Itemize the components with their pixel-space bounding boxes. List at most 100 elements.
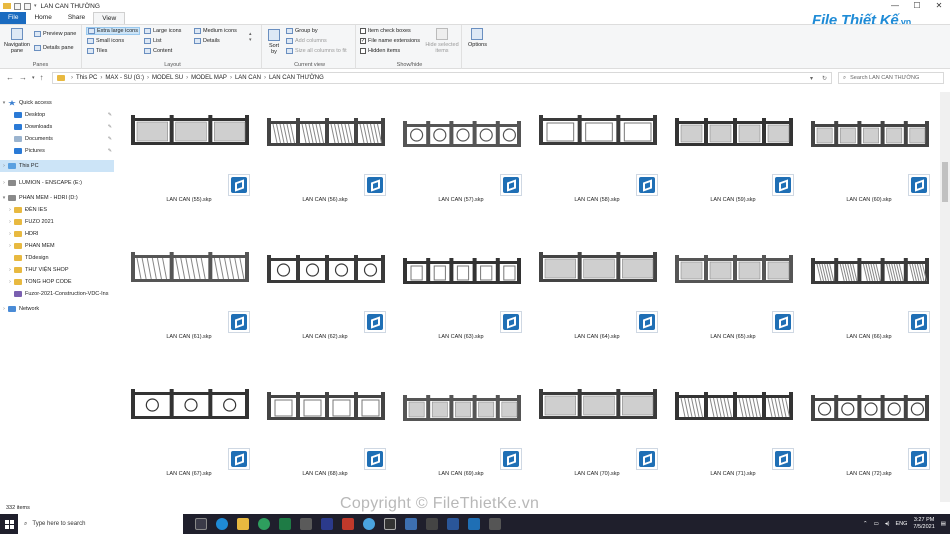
item-check-boxes-toggle[interactable]: Item check boxes <box>360 28 411 34</box>
large-icons-option[interactable]: Large icons <box>144 28 181 34</box>
properties-icon[interactable] <box>14 2 21 10</box>
breadcrumb-lan-can[interactable]: LAN CAN <box>235 75 261 81</box>
options-button[interactable]: Options <box>468 28 487 48</box>
checkbox-unchecked[interactable] <box>360 28 366 34</box>
notification-icon[interactable]: ▤ <box>941 521 946 527</box>
sidebar-folder[interactable]: Fuzor-2021-Construction-VDC-Ins <box>0 288 114 300</box>
group-by-button[interactable]: Group by <box>286 28 318 34</box>
task-view-icon[interactable] <box>195 518 207 530</box>
breadcrumb-lan-can-thuong[interactable]: LAN CAN THƯỜNG <box>269 75 324 81</box>
file-tile[interactable]: LAN CAN (59).skp <box>667 92 799 212</box>
chevron-down-icon[interactable]: ▾ <box>0 100 8 106</box>
layout-scroll-arrows[interactable]: ▴ ▾ <box>249 31 252 43</box>
chevron-up-icon[interactable]: ⌃ <box>863 521 868 527</box>
app-icon[interactable] <box>489 518 501 530</box>
maximize-button[interactable]: ☐ <box>906 0 928 12</box>
close-button[interactable]: ✕ <box>928 0 950 12</box>
start-button[interactable] <box>0 514 18 534</box>
chevron-right-icon[interactable]: › <box>6 279 14 285</box>
list-option[interactable]: List <box>144 38 162 44</box>
medium-icons-option[interactable]: Medium icons <box>194 28 237 34</box>
file-tile[interactable]: LAN CAN (62).skp <box>259 229 391 349</box>
file-tile[interactable]: LAN CAN (56).skp <box>259 92 391 212</box>
search-box[interactable]: ⌕ Search LAN CAN THƯỜNG <box>838 72 944 84</box>
extra-large-icons-option[interactable]: Extra large icons <box>86 27 140 35</box>
sidebar-item-downloads[interactable]: Downloads ✎ <box>0 121 114 133</box>
sidebar-folder[interactable]: › THƯ VIỆN SHOP <box>0 264 114 276</box>
refresh-icon[interactable]: ↻ <box>822 75 827 82</box>
acrobat-icon[interactable] <box>342 518 354 530</box>
sketchup-icon[interactable] <box>405 518 417 530</box>
word-icon[interactable] <box>447 518 459 530</box>
clock[interactable]: 3:27 PM 7/5/2021 <box>913 517 934 531</box>
tab-file[interactable]: File <box>0 12 27 24</box>
sidebar-item-documents[interactable]: Documents ✎ <box>0 133 114 145</box>
chevron-right-icon[interactable]: › <box>6 207 14 213</box>
breadcrumb[interactable]: › This PC › MAX - SU (G:) › MODEL SU › MODE… <box>52 72 832 84</box>
chevron-right-icon[interactable]: › <box>6 243 14 249</box>
sidebar-item-quick-access[interactable]: ▾ Quick access <box>0 97 114 109</box>
sidebar-item-this-pc[interactable]: › This PC <box>0 160 114 172</box>
back-arrow-icon[interactable]: ← <box>6 73 14 83</box>
file-tile[interactable]: LAN CAN (65).skp <box>667 229 799 349</box>
sidebar-folder[interactable]: TDdesign <box>0 252 114 264</box>
file-explorer-icon[interactable] <box>237 518 249 530</box>
chevron-right-icon[interactable]: › <box>0 163 8 169</box>
details-option[interactable]: Details <box>194 38 220 44</box>
language-indicator[interactable]: ENG <box>895 521 907 527</box>
chevron-right-icon[interactable]: › <box>0 306 8 312</box>
file-tile[interactable]: LAN CAN (69).skp <box>395 366 527 486</box>
sidebar-item-network[interactable]: › Network <box>0 303 114 315</box>
chevron-down-icon[interactable]: ▾ <box>0 195 8 201</box>
add-columns-button[interactable]: Add columns <box>286 38 327 44</box>
chevron-down-icon[interactable]: ▾ <box>34 3 37 9</box>
tab-share[interactable]: Share <box>60 12 93 24</box>
chevron-down-icon[interactable]: ▾ <box>32 73 35 83</box>
minimize-button[interactable]: — <box>884 0 906 12</box>
chevron-right-icon[interactable]: › <box>6 231 14 237</box>
tiles-option[interactable]: Tiles <box>87 48 107 54</box>
sketchup-icon[interactable] <box>468 518 480 530</box>
app-icon[interactable] <box>300 518 312 530</box>
tab-view[interactable]: View <box>93 12 126 24</box>
sidebar-item-drive-e[interactable]: › LUMION - ENSCAPE (E:) <box>0 177 114 189</box>
up-arrow-icon[interactable]: ↑ <box>40 73 44 83</box>
size-columns-button[interactable]: Size all columns to fit <box>286 48 347 54</box>
file-tile[interactable]: LAN CAN (64).skp <box>531 229 663 349</box>
breadcrumb-model-su[interactable]: MODEL SU <box>152 75 183 81</box>
sidebar-folder[interactable]: › HDRI <box>0 228 114 240</box>
chevron-right-icon[interactable]: › <box>0 180 8 186</box>
file-tile[interactable]: LAN CAN (58).skp <box>531 92 663 212</box>
file-tile[interactable]: LAN CAN (63).skp <box>395 229 527 349</box>
details-pane-button[interactable]: Details pane <box>34 45 74 51</box>
sidebar-item-pictures[interactable]: Pictures ✎ <box>0 145 114 157</box>
hide-selected-button[interactable]: Hide selected items <box>424 28 460 54</box>
file-tile[interactable]: LAN CAN (61).skp <box>123 229 255 349</box>
breadcrumb-model-map[interactable]: MODEL MAP <box>191 75 227 81</box>
file-tile[interactable]: LAN CAN (57).skp <box>395 92 527 212</box>
vertical-scrollbar[interactable] <box>940 92 950 502</box>
tab-home[interactable]: Home <box>26 12 59 24</box>
hidden-items-toggle[interactable]: Hidden items <box>360 48 400 54</box>
sidebar-folder[interactable]: › TONG HOP CODE <box>0 276 114 288</box>
checkbox-unchecked[interactable] <box>360 48 366 54</box>
sidebar-folder[interactable]: › ĐÈN IES <box>0 204 114 216</box>
breadcrumb-drive-g[interactable]: MAX - SU (G:) <box>105 75 144 81</box>
content-option[interactable]: Content <box>144 48 172 54</box>
sidebar-item-drive-d[interactable]: ▾ PHAN MEM - HDRI (D:) <box>0 192 114 204</box>
sidebar-folder[interactable]: › PHAN MEM <box>0 240 114 252</box>
preview-pane-button[interactable]: Preview pane <box>34 31 76 37</box>
small-icons-option[interactable]: Small icons <box>87 38 124 44</box>
forward-arrow-icon[interactable]: → <box>19 73 27 83</box>
file-tile[interactable]: LAN CAN (60).skp <box>803 92 935 212</box>
excel-icon[interactable] <box>279 518 291 530</box>
app-icon[interactable] <box>384 518 396 530</box>
volume-icon[interactable]: ◂) <box>885 521 890 527</box>
file-name-extensions-toggle[interactable]: ✓ File name extensions <box>360 38 420 44</box>
file-tile[interactable]: LAN CAN (67).skp <box>123 366 255 486</box>
checkbox-checked[interactable]: ✓ <box>360 38 366 44</box>
file-tile[interactable]: LAN CAN (71).skp <box>667 366 799 486</box>
file-tile[interactable]: LAN CAN (72).skp <box>803 366 935 486</box>
network-icon[interactable]: ▭ <box>874 521 879 527</box>
chevron-right-icon[interactable]: › <box>6 267 14 273</box>
